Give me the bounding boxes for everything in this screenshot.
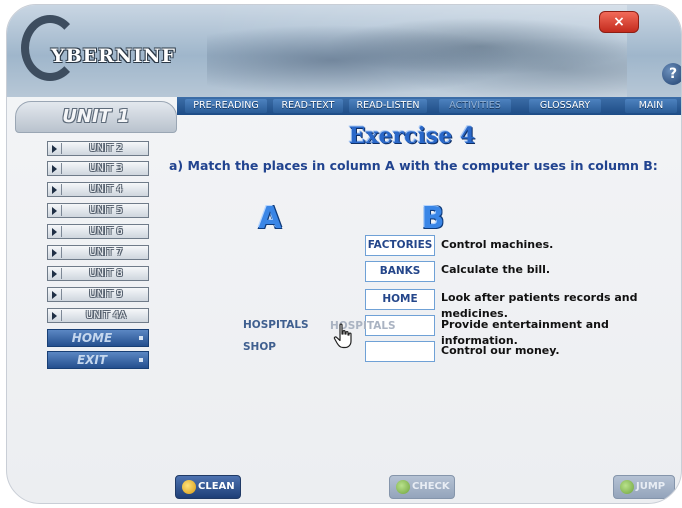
tab-read-listen[interactable]: READ-LISTEN: [349, 99, 427, 113]
bullet-icon: [139, 336, 143, 340]
sidebar-item-unit-5[interactable]: UNIT 5: [47, 203, 149, 218]
sidebar-item-label: UNIT 3: [89, 163, 123, 174]
sidebar-item-unit-3[interactable]: UNIT 3: [47, 161, 149, 176]
play-arrow-icon: [52, 145, 57, 153]
bullet-icon: [139, 358, 143, 362]
sidebar-item-unit-6[interactable]: UNIT 6: [47, 224, 149, 239]
sidebar-item-unit-4[interactable]: UNIT 4: [47, 182, 149, 197]
sidebar-item-label: UNIT 4A: [85, 310, 127, 321]
answer-box-1[interactable]: FACTORIES: [365, 235, 435, 256]
sidebar-item-unit-7[interactable]: UNIT 7: [47, 245, 149, 260]
hand-cursor-icon: [333, 323, 352, 349]
app-logo-text: YBERNINF: [51, 45, 177, 67]
check-button-label: CHECK: [412, 481, 450, 492]
home-button-label: HOME: [71, 331, 113, 345]
computer-use-4: Provide entertainment and information.: [441, 318, 609, 347]
play-arrow-icon: [52, 312, 57, 320]
exercise-instruction: a) Match the places in column A with the…: [169, 158, 658, 173]
header-banner: YBERNINF × ?: [7, 5, 681, 97]
tab-activities[interactable]: ACTIVITIES: [439, 99, 511, 113]
checkmark-icon: [396, 480, 410, 494]
app-window: YBERNINF × ? PRE-READING READ-TEXT READ-…: [6, 4, 682, 504]
arrow-right-icon: [620, 480, 634, 494]
play-arrow-icon: [52, 249, 57, 257]
jump-button-label: JUMP: [636, 481, 666, 492]
sidebar-item-label: UNIT 4: [89, 184, 123, 195]
computer-use-2: Calculate the bill.: [441, 263, 551, 276]
computer-use-3: Look after patients records and medicine…: [441, 291, 638, 320]
help-button[interactable]: ?: [662, 63, 681, 85]
nav-bar: PRE-READING READ-TEXT READ-LISTEN ACTIVI…: [177, 97, 681, 115]
header-photo: [207, 5, 627, 97]
refresh-icon: [182, 480, 196, 494]
play-arrow-icon: [52, 186, 57, 194]
computer-use-5: Control our money.: [441, 344, 560, 357]
tab-pre-reading[interactable]: PRE-READING: [185, 99, 267, 113]
clean-button[interactable]: CLEAN: [175, 475, 241, 499]
sidebar-item-label: UNIT 2: [89, 143, 123, 154]
column-b-heading: B: [421, 201, 445, 236]
clean-button-label: CLEAN: [198, 481, 235, 492]
play-arrow-icon: [52, 207, 57, 215]
exercise-title: Exercise 4: [348, 123, 476, 149]
play-arrow-icon: [52, 228, 57, 236]
sidebar-item-label: UNIT 8: [89, 268, 123, 279]
close-button[interactable]: ×: [599, 11, 639, 33]
play-arrow-icon: [52, 165, 57, 173]
sidebar-item-unit-2[interactable]: UNIT 2: [47, 141, 149, 156]
sidebar-item-unit-4a[interactable]: UNIT 4A: [47, 308, 149, 323]
current-unit-title: UNIT 1: [15, 101, 177, 133]
sidebar-item-label: UNIT 9: [89, 289, 123, 300]
play-arrow-icon: [52, 291, 57, 299]
exit-button[interactable]: EXIT: [47, 351, 149, 369]
tab-read-text[interactable]: READ-TEXT: [273, 99, 343, 113]
sidebar-item-unit-8[interactable]: UNIT 8: [47, 266, 149, 281]
answer-box-2[interactable]: BANKS: [365, 261, 435, 282]
answer-box-5[interactable]: [365, 341, 435, 362]
draggable-place-shop[interactable]: SHOP: [243, 340, 276, 354]
sidebar-item-label: UNIT 7: [89, 247, 123, 258]
exit-button-label: EXIT: [76, 353, 108, 367]
computer-use-1: Control machines.: [441, 238, 554, 251]
sidebar-item-unit-9[interactable]: UNIT 9: [47, 287, 149, 302]
check-button[interactable]: CHECK: [389, 475, 455, 499]
answer-box-3[interactable]: HOME: [365, 289, 435, 310]
play-arrow-icon: [52, 270, 57, 278]
jump-button[interactable]: JUMP: [613, 475, 675, 499]
column-a-heading: A: [258, 201, 282, 236]
draggable-place-hospitals[interactable]: HOSPITALS: [243, 318, 309, 332]
tab-main[interactable]: MAIN: [625, 99, 677, 113]
sidebar-item-label: UNIT 6: [89, 226, 123, 237]
sidebar-item-label: UNIT 5: [89, 205, 123, 216]
tab-glossary[interactable]: GLOSSARY: [529, 99, 601, 113]
home-button[interactable]: HOME: [47, 329, 149, 347]
